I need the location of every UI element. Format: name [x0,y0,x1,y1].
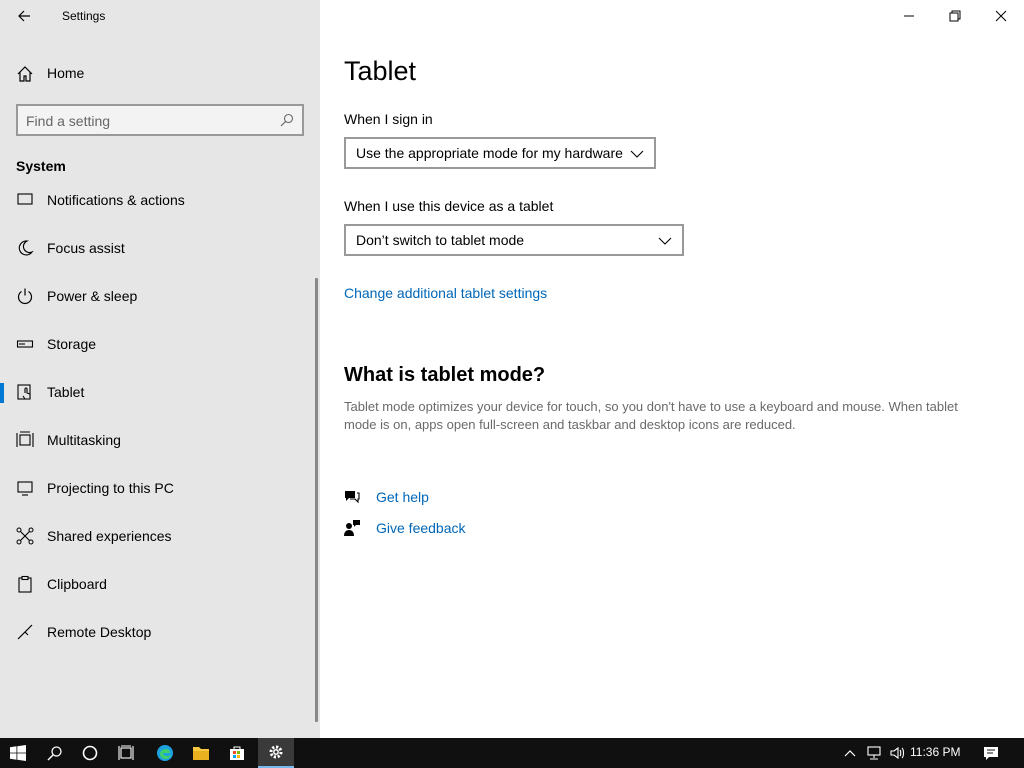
sidebar-item-home[interactable]: Home [0,56,320,92]
sidebar-item-multitasking[interactable]: Multitasking [0,420,316,460]
storage-icon [16,340,34,348]
moon-icon [18,240,34,256]
search-input[interactable] [26,111,274,131]
close-icon [995,10,1007,22]
minimize-icon [904,15,914,17]
taskbar-clock[interactable]: 11:36 PM [910,745,960,759]
back-button[interactable] [8,4,40,28]
settings-taskbar-button[interactable] [258,738,294,768]
give-feedback-icon [344,520,360,536]
task-view-button[interactable] [108,738,144,768]
file-explorer-button[interactable] [183,738,219,768]
sidebar: Settings Home System Notifications & act… [0,0,320,738]
back-arrow-icon [18,10,30,22]
sidebar-item-tablet[interactable]: Tablet [0,372,316,412]
tablet-use-value: Don’t switch to tablet mode [356,232,525,248]
sign-in-dropdown[interactable]: Use the appropriate mode for my hardware [344,137,656,169]
network-icon[interactable] [866,745,882,761]
sidebar-item-label: Tablet [47,384,85,400]
sidebar-item-clipboard[interactable]: Clipboard [0,564,316,604]
restore-icon [949,10,961,22]
get-help-link[interactable]: Get help [376,489,429,505]
sidebar-item-label: Shared experiences [47,528,172,544]
search-icon [47,746,62,761]
tablet-use-label: When I use this device as a tablet [344,198,554,214]
app-title: Settings [62,9,106,23]
windows-logo-icon [10,745,26,761]
sidebar-item-label: Remote Desktop [47,624,152,640]
search-field[interactable] [16,104,304,136]
home-icon [17,66,33,82]
tablet-icon [17,384,31,400]
gear-icon [269,745,283,759]
task-view-icon [118,745,134,760]
section-title: System [16,158,66,174]
sidebar-nav: Notifications & actions Focus assist Pow… [0,182,320,738]
sidebar-item-focus-assist[interactable]: Focus assist [0,228,316,268]
edge-button[interactable] [147,738,183,768]
give-feedback-link[interactable]: Give feedback [376,520,466,536]
sidebar-scrollbar[interactable] [315,278,318,722]
sidebar-item-storage[interactable]: Storage [0,324,316,364]
sidebar-item-power-sleep[interactable]: Power & sleep [0,276,316,316]
page-title: Tablet [344,56,417,86]
search-button[interactable] [37,738,73,768]
store-button[interactable] [219,738,255,768]
minimize-button[interactable] [886,0,932,32]
sidebar-item-label: Power & sleep [47,288,138,304]
selection-indicator [0,383,4,403]
tablet-mode-description: Tablet mode optimizes your device for to… [344,399,958,432]
cortana-button[interactable] [72,738,108,768]
cortana-icon [82,745,98,761]
sidebar-item-shared-experiences[interactable]: Shared experiences [0,516,316,556]
remote-desktop-icon [17,624,33,640]
sidebar-item-notifications[interactable]: Notifications & actions [0,182,316,220]
close-button[interactable] [978,0,1024,32]
store-icon [230,746,244,760]
volume-icon[interactable] [889,745,905,761]
chevron-down-icon [630,150,644,158]
sidebar-item-label: Notifications & actions [47,192,185,208]
taskbar: 11:36 PM [0,738,1024,768]
multitasking-icon [16,431,34,447]
sidebar-item-projecting[interactable]: Projecting to this PC [0,468,316,508]
chevron-up-icon[interactable] [842,745,858,761]
change-tablet-settings-link[interactable]: Change additional tablet settings [344,285,547,301]
search-icon [280,113,294,127]
tablet-use-dropdown[interactable]: Don’t switch to tablet mode [344,224,684,256]
sidebar-item-label: Clipboard [47,576,107,592]
sidebar-item-label: Multitasking [47,432,121,448]
sidebar-item-label: Home [47,65,85,81]
title-bar: Settings [0,0,320,32]
folder-icon [193,747,209,760]
power-icon [17,288,33,305]
chevron-down-icon [658,237,672,245]
sidebar-item-label: Storage [47,336,97,352]
sign-in-label: When I sign in [344,111,433,127]
start-button[interactable] [0,738,36,768]
projecting-icon [17,481,33,496]
notification-icon [17,193,33,205]
sidebar-item-remote-desktop[interactable]: Remote Desktop [0,612,316,652]
sign-in-value: Use the appropriate mode for my hardware [356,145,623,161]
restore-button[interactable] [932,0,978,32]
clipboard-icon [18,575,32,593]
edge-icon [157,745,173,761]
shared-icon [16,527,34,545]
get-help-icon [345,491,360,504]
what-is-tablet-mode-heading: What is tablet mode? [344,364,546,386]
sidebar-item-label: Focus assist [47,240,125,256]
notifications-icon[interactable] [983,745,999,761]
sidebar-item-label: Projecting to this PC [47,480,174,496]
